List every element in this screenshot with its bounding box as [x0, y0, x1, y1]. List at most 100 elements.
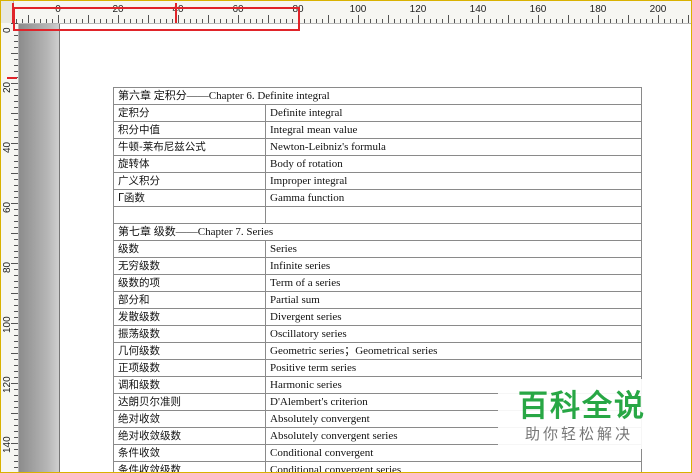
ruler-tick	[370, 19, 371, 23]
english-term-cell: Infinite series	[265, 257, 642, 275]
ruler-label: 140	[2, 436, 13, 453]
ruler-tick	[14, 371, 18, 372]
ruler-tick	[14, 71, 18, 72]
table-row: 无穷级数 Infinite series	[113, 257, 642, 275]
ruler-tick	[14, 329, 18, 330]
ruler-tick	[14, 227, 18, 228]
table-row: 广义积分 Improper integral	[113, 172, 642, 190]
table-section-header: 第六章 定积分——Chapter 6. Definite integral	[113, 87, 642, 105]
ruler-tick	[490, 19, 491, 23]
ruler-tick	[14, 425, 18, 426]
ruler-tick	[14, 179, 18, 180]
ruler-tick	[688, 15, 689, 23]
ruler-tick	[382, 19, 383, 23]
ruler-tick	[11, 353, 18, 354]
ruler-tick	[520, 19, 521, 23]
ruler-tick	[676, 19, 677, 23]
ruler-tick	[14, 311, 18, 312]
document-window: 第六章 定积分——Chapter 6. Definite integral 定积分…	[0, 0, 692, 473]
ruler-highlight-box	[13, 7, 300, 31]
ruler-tick	[544, 19, 545, 23]
ruler-tick	[14, 197, 18, 198]
ruler-tick	[14, 269, 18, 270]
ruler-tick	[14, 155, 18, 156]
ruler-label: 80	[2, 261, 13, 273]
ruler-tick	[14, 209, 18, 210]
ruler-label: 100	[2, 316, 13, 333]
ruler-label: 60	[2, 201, 13, 213]
ruler-tick	[14, 305, 18, 306]
english-term-cell: Improper integral	[265, 172, 642, 190]
english-term-cell: Oscillatory series	[265, 325, 642, 343]
chinese-term-cell: 条件收敛级数	[113, 461, 266, 472]
ruler-tick	[14, 215, 18, 216]
ruler-tick	[454, 19, 455, 23]
ruler-tick	[11, 173, 18, 174]
section-header-cell: 第七章 级数——Chapter 7. Series	[113, 223, 642, 241]
ruler-tick	[14, 335, 18, 336]
chinese-term-cell: 达朗贝尔准则	[113, 393, 266, 411]
ruler-tick	[670, 19, 671, 23]
ruler-tick	[14, 389, 18, 390]
chinese-term-cell: 振荡级数	[113, 325, 266, 343]
ruler-tick	[11, 113, 18, 114]
chinese-term-cell: 条件收敛	[113, 444, 266, 462]
table-row: 部分和 Partial sum	[113, 291, 642, 309]
chinese-term-cell	[113, 206, 266, 224]
ruler-tick	[14, 251, 18, 252]
ruler-tick	[532, 19, 533, 23]
chinese-term-cell: 正项级数	[113, 359, 266, 377]
ruler-marker-vertical[interactable]	[7, 77, 17, 79]
ruler-tick	[556, 19, 557, 23]
ruler-tick	[14, 65, 18, 66]
ruler-tick	[14, 245, 18, 246]
ruler-tick	[14, 95, 18, 96]
ruler-tick	[14, 107, 18, 108]
ruler-tick	[14, 299, 18, 300]
ruler-label: 20	[2, 81, 13, 93]
table-row: 定积分 Definite integral	[113, 104, 642, 122]
ruler-tick	[310, 19, 311, 23]
vertical-ruler[interactable]: 0 20 40 60 80 100 120 140	[1, 23, 19, 472]
ruler-tick	[11, 413, 18, 414]
ruler-tick	[14, 119, 18, 120]
ruler-tick	[580, 19, 581, 23]
chinese-term-cell: 几何级数	[113, 342, 266, 360]
ruler-tick	[640, 19, 641, 23]
ruler-tick	[616, 19, 617, 23]
ruler-tick	[484, 19, 485, 23]
ruler-tick	[682, 19, 683, 23]
ruler-tick	[14, 377, 18, 378]
ruler-marker-right[interactable]	[175, 3, 177, 23]
ruler-tick	[14, 401, 18, 402]
english-term-cell	[265, 206, 642, 224]
ruler-tick	[14, 461, 18, 462]
ruler-tick	[598, 15, 599, 23]
ruler-tick	[14, 365, 18, 366]
ruler-tick	[14, 221, 18, 222]
ruler-tick	[568, 15, 569, 23]
ruler-tick	[14, 317, 18, 318]
ruler-tick	[436, 19, 437, 23]
ruler-tick	[14, 419, 18, 420]
table-row: 旋转体 Body of rotation	[113, 155, 642, 173]
ruler-tick	[11, 233, 18, 234]
ruler-tick	[14, 455, 18, 456]
chinese-term-cell: 调和级数	[113, 376, 266, 394]
chinese-term-cell: 级数的项	[113, 274, 266, 292]
ruler-tick	[424, 19, 425, 23]
page-gutter	[19, 24, 59, 472]
ruler-tick	[664, 19, 665, 23]
ruler-tick	[604, 19, 605, 23]
ruler-tick	[14, 131, 18, 132]
chinese-term-cell: 定积分	[113, 104, 266, 122]
ruler-tick	[328, 15, 329, 23]
ruler-tick	[14, 275, 18, 276]
ruler-tick	[652, 19, 653, 23]
ruler-tick	[550, 19, 551, 23]
ruler-tick	[526, 19, 527, 23]
ruler-marker-left[interactable]	[12, 3, 14, 23]
chinese-term-cell: 绝对收敛级数	[113, 427, 266, 445]
english-term-cell: Term of a series	[265, 274, 642, 292]
chinese-term-cell: Γ函数	[113, 189, 266, 207]
